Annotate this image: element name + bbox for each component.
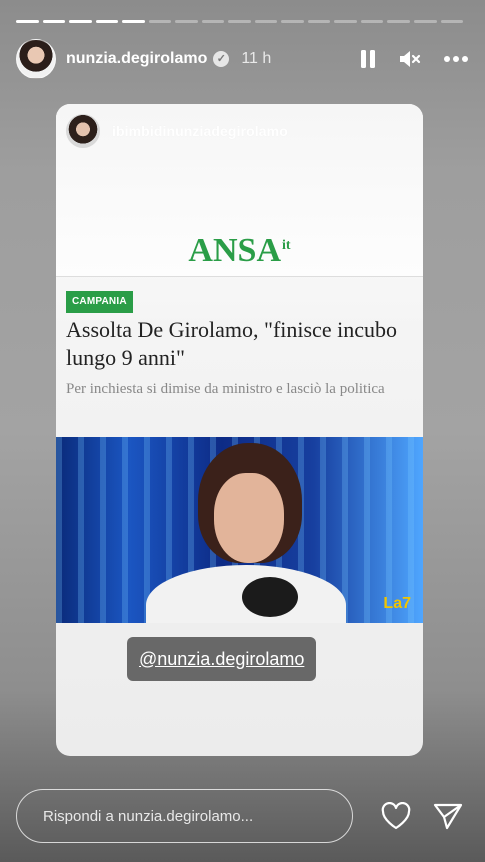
progress-segment — [69, 20, 92, 23]
post-time: 11 h — [241, 50, 272, 67]
progress-segment — [175, 20, 198, 23]
shared-account-avatar — [66, 114, 100, 148]
card-top: ibimbidinunziadegirolamo ANSAit — [56, 104, 423, 276]
progress-segment — [440, 20, 464, 23]
article-headline: Assolta De Girolamo, "finisce incubo lun… — [66, 317, 397, 370]
photo-brooch — [242, 577, 298, 617]
progress-segment — [228, 20, 251, 23]
mute-button[interactable] — [399, 49, 421, 69]
story-footer: Rispondi a nunzia.degirolamo... — [16, 788, 469, 844]
mention-text: @nunzia.degirolamo — [139, 648, 305, 669]
more-button[interactable] — [443, 55, 469, 63]
progress-segment — [413, 20, 437, 23]
shared-account-name: ibimbidinunziadegirolamo — [112, 123, 288, 139]
progress-segment — [307, 20, 331, 23]
share-button[interactable] — [433, 802, 463, 830]
username[interactable]: nunzia.degirolamo — [66, 50, 207, 68]
progress-segment — [122, 20, 145, 23]
send-icon — [433, 803, 463, 830]
progress-segment — [334, 20, 357, 23]
article-photo: La7 — [56, 437, 423, 623]
photo-person-face — [214, 473, 284, 563]
progress-segment — [387, 20, 410, 23]
progress-segment — [201, 20, 225, 23]
article-subhead: Per inchiesta si dimise da ministro e la… — [66, 381, 385, 397]
ansa-logo-text: ANSA — [188, 232, 281, 269]
progress-segment — [148, 20, 172, 23]
progress-segment — [95, 20, 119, 23]
progress-segment — [16, 20, 39, 23]
story-header: nunzia.degirolamo ✓ 11 h — [16, 38, 469, 80]
avatar[interactable] — [16, 39, 56, 79]
ansa-logo: ANSAit — [56, 232, 423, 270]
section-tag: CAMPANIA — [66, 291, 133, 313]
progress-segment — [42, 20, 66, 23]
reply-placeholder: Rispondi a nunzia.degirolamo... — [43, 807, 254, 825]
footer-actions — [381, 802, 469, 830]
header-actions — [359, 49, 469, 69]
mention-sticker[interactable]: @nunzia.degirolamo — [127, 637, 317, 681]
verified-icon: ✓ — [213, 51, 230, 67]
heart-icon — [381, 802, 411, 830]
progress-segment — [254, 20, 278, 23]
channel-logo: La7 — [383, 595, 411, 612]
mute-icon — [400, 51, 421, 67]
reply-input[interactable]: Rispondi a nunzia.degirolamo... — [16, 789, 353, 843]
story-progress-bar — [16, 20, 464, 23]
shared-post-card[interactable]: ibimbidinunziadegirolamo ANSAit CAMPANIA… — [56, 104, 423, 756]
like-button[interactable] — [381, 802, 411, 830]
more-icon — [444, 56, 468, 62]
progress-segment — [360, 20, 384, 23]
divider — [56, 276, 423, 277]
ansa-logo-suffix: it — [282, 237, 291, 253]
progress-segment — [281, 20, 304, 23]
pause-button[interactable] — [359, 49, 377, 69]
pause-icon — [361, 50, 375, 68]
